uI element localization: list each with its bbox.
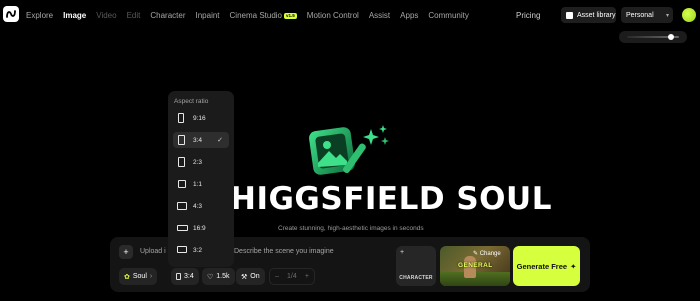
soul-model-icon: ✿ xyxy=(124,273,130,281)
pencil-icon: ✎ xyxy=(473,251,480,257)
portrait-ratio-icon xyxy=(178,135,185,145)
avatar[interactable] xyxy=(682,8,696,22)
ratio-option-4-3[interactable]: 4:3 xyxy=(173,198,229,214)
prompt-input[interactable]: Describe the scene you imagine xyxy=(234,248,334,255)
likes-button[interactable]: ♡ 1.5k xyxy=(202,268,235,285)
ratio-label: 1:1 xyxy=(193,180,203,188)
heart-icon: ♡ xyxy=(207,273,214,281)
nav-cinema-studio-label: Cinema Studio xyxy=(229,11,283,20)
ratio-label: 9:16 xyxy=(193,114,206,122)
nav-edit[interactable]: Edit xyxy=(127,11,141,20)
model-selector[interactable]: ✿ Soul › xyxy=(119,268,158,285)
version-badge: v1.5 xyxy=(284,12,297,19)
aspect-ratio-button[interactable]: 3:4 xyxy=(171,268,199,285)
pricing-link[interactable]: Pricing xyxy=(516,11,540,20)
sparkle-icon: ✦ xyxy=(570,261,577,271)
portrait-ratio-icon xyxy=(178,157,185,167)
ratio-option-3-2[interactable]: 3:2 xyxy=(173,242,229,258)
ratio-label: 16:9 xyxy=(193,224,206,232)
upload-text[interactable]: Upload i xyxy=(140,248,166,255)
likes-count: 1.5k xyxy=(216,273,230,280)
square-ratio-icon xyxy=(178,180,186,188)
aspect-ratio-dropdown: Aspect ratio 9:16 3:4 ✓ 2:3 1:1 4:3 16:9… xyxy=(168,91,234,267)
ratio-option-1-1[interactable]: 1:1 xyxy=(173,176,229,192)
asset-library-label: Asset library xyxy=(577,11,616,19)
style-card[interactable]: ✎ Change GENERAL xyxy=(440,246,510,286)
folder-icon xyxy=(566,11,573,19)
nav-inpaint[interactable]: Inpaint xyxy=(196,11,220,20)
plus-icon[interactable]: + xyxy=(305,273,309,280)
model-label: Soul xyxy=(132,273,147,280)
nav-assist[interactable]: Assist xyxy=(369,11,390,20)
plus-icon: + xyxy=(123,247,129,257)
ratio-option-16-9[interactable]: 16:9 xyxy=(173,220,229,236)
nav-video[interactable]: Video xyxy=(96,11,116,20)
chevron-down-icon: ▾ xyxy=(665,12,669,19)
plus-icon: + xyxy=(400,249,405,256)
aspect-ratio-label: 3:4 xyxy=(184,273,194,280)
character-label: CHARACTER xyxy=(399,275,433,281)
portrait-ratio-icon xyxy=(176,273,181,280)
landscape-ratio-icon xyxy=(177,202,187,210)
workspace-label: Personal xyxy=(626,11,654,19)
nav-character[interactable]: Character xyxy=(150,11,185,20)
landscape-ratio-icon xyxy=(177,225,188,231)
ratio-label: 4:3 xyxy=(193,202,203,210)
ratio-label: 3:2 xyxy=(193,246,203,254)
batch-count-value: 1/4 xyxy=(287,273,297,280)
chevron-right-icon: › xyxy=(149,273,153,280)
magic-image-icon xyxy=(305,123,395,183)
style-name: GENERAL xyxy=(458,262,493,269)
checkmark-icon: ✓ xyxy=(217,137,223,144)
ratio-label: 3:4 xyxy=(193,136,203,144)
enhance-toggle[interactable]: ⚒ On xyxy=(236,268,265,285)
nav-apps[interactable]: Apps xyxy=(400,11,418,20)
main-nav: Explore Image Video Edit Character Inpai… xyxy=(26,0,479,31)
nav-explore[interactable]: Explore xyxy=(26,11,53,20)
nav-community[interactable]: Community xyxy=(428,11,468,20)
page-title: HIGGSFIELD SOUL xyxy=(230,181,552,217)
generate-label: Generate Free xyxy=(516,261,568,271)
generate-button[interactable]: Generate Free ✦ xyxy=(513,246,580,286)
zoom-slider[interactable] xyxy=(619,31,687,43)
ratio-label: 2:3 xyxy=(193,158,203,166)
top-navigation: Explore Image Video Edit Character Inpai… xyxy=(0,0,700,31)
dropdown-title: Aspect ratio xyxy=(174,98,209,105)
enhance-label: On xyxy=(250,273,260,280)
minus-icon[interactable]: – xyxy=(275,273,279,280)
workspace-selector[interactable]: Personal ▾ xyxy=(621,7,673,23)
slider-thumb[interactable] xyxy=(668,34,675,40)
landscape-ratio-icon xyxy=(177,246,187,253)
ratio-option-3-4[interactable]: 3:4 ✓ xyxy=(173,132,229,148)
nav-image[interactable]: Image xyxy=(63,11,86,20)
ratio-option-2-3[interactable]: 2:3 xyxy=(173,154,229,170)
higgsfield-logo-icon[interactable] xyxy=(3,6,19,22)
portrait-ratio-icon xyxy=(178,113,184,123)
ratio-option-9-16[interactable]: 9:16 xyxy=(173,110,229,126)
magic-wand-icon: ⚒ xyxy=(241,273,248,281)
batch-count-stepper[interactable]: – 1/4 + xyxy=(269,268,315,285)
nav-cinema-studio[interactable]: Cinema Studio v1.5 xyxy=(230,11,297,20)
character-card[interactable]: + CHARACTER xyxy=(396,246,436,286)
asset-library-button[interactable]: Asset library xyxy=(561,7,616,23)
nav-motion-control[interactable]: Motion Control xyxy=(307,11,359,20)
page-subtitle: Create stunning, high-aesthetic images i… xyxy=(278,225,424,232)
change-label: Change xyxy=(479,251,501,257)
upload-button[interactable]: + xyxy=(119,245,133,259)
change-style-button[interactable]: ✎ Change xyxy=(473,250,501,257)
